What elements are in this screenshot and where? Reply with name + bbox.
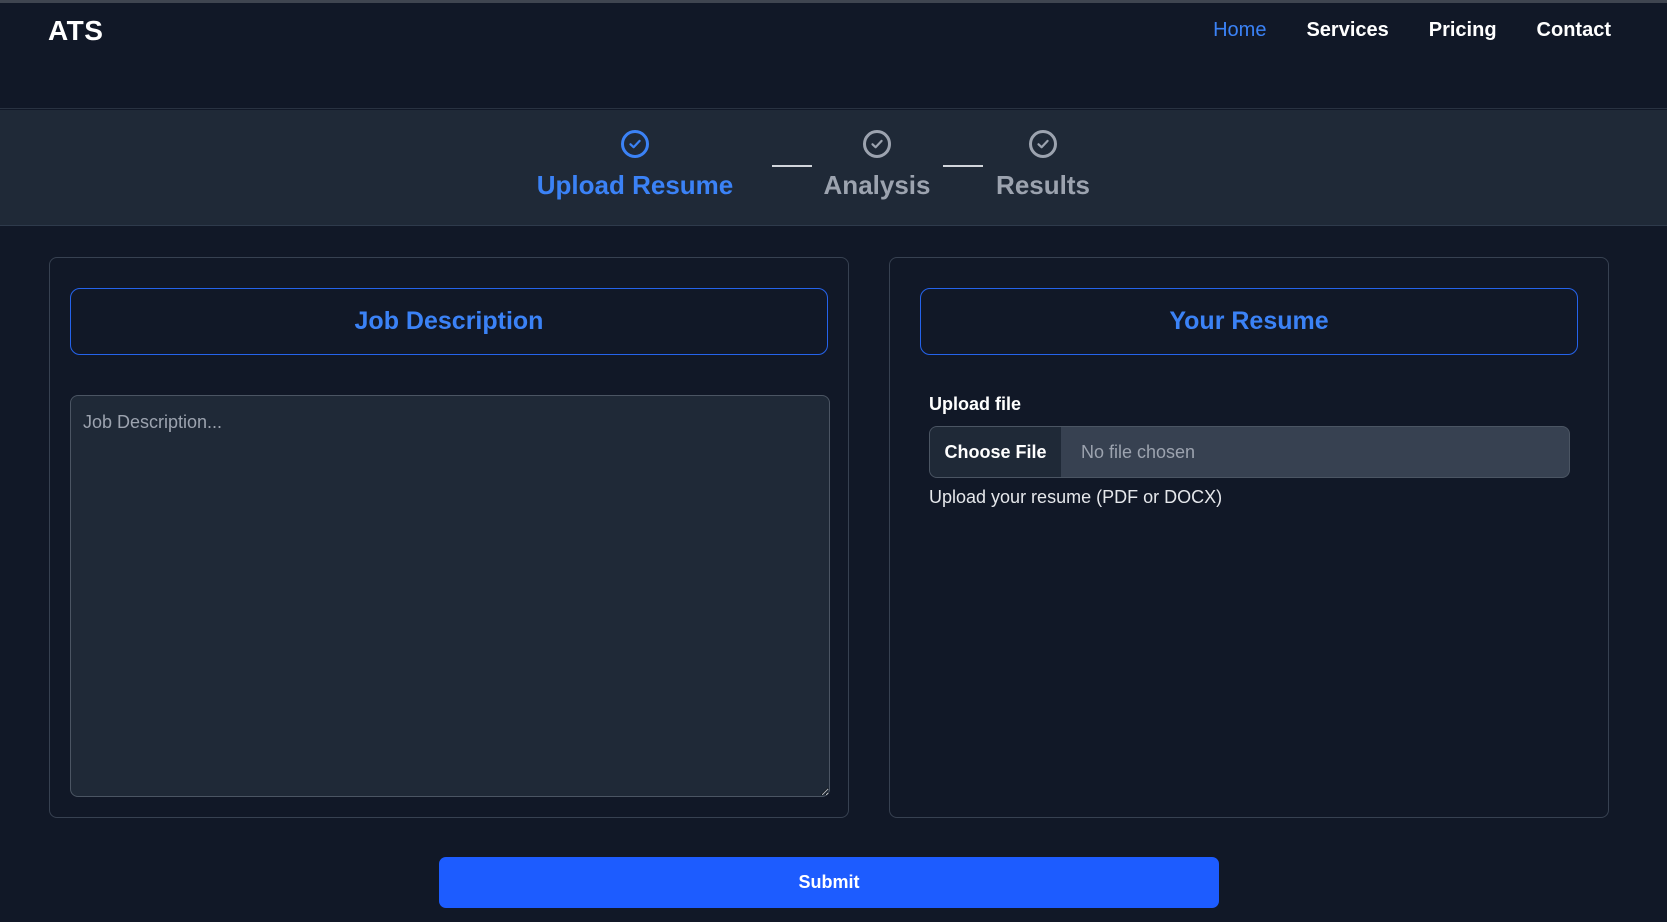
file-status-text: No file chosen [1081, 441, 1196, 462]
step-connector [772, 165, 812, 167]
check-circle-icon [621, 130, 649, 158]
upload-file-label: Upload file [929, 394, 1022, 414]
choose-file-button[interactable]: Choose File [930, 427, 1061, 477]
progress-steps: Upload Resume Analysis Results [0, 110, 1667, 226]
nav-link-home[interactable]: Home [1213, 19, 1266, 42]
job-description-title: Job Description [70, 288, 828, 355]
step-label: Results [996, 170, 1090, 200]
step-label: Analysis [823, 170, 931, 200]
nav-link-contact[interactable]: Contact [1537, 19, 1611, 42]
step-results: Results [996, 130, 1090, 201]
step-upload-resume: Upload Resume [537, 130, 733, 201]
step-connector [943, 165, 983, 167]
nav-link-pricing[interactable]: Pricing [1429, 19, 1497, 42]
check-circle-icon [1029, 130, 1057, 158]
navbar: ATS Home Services Pricing Contact [0, 3, 1667, 109]
upload-help-text: Upload your resume (PDF or DOCX) [929, 487, 1223, 507]
job-description-textarea[interactable] [70, 395, 830, 797]
job-description-panel: Job Description [49, 257, 849, 818]
resume-panel: Your Resume Upload file Choose File No f… [889, 257, 1609, 818]
nav-links: Home Services Pricing Contact [1213, 19, 1611, 42]
step-analysis: Analysis [823, 130, 931, 201]
resume-file-input[interactable]: Choose File No file chosen [929, 426, 1570, 478]
nav-link-services[interactable]: Services [1306, 19, 1388, 42]
brand-logo[interactable]: ATS [48, 15, 103, 47]
step-label: Upload Resume [536, 170, 734, 200]
your-resume-title: Your Resume [920, 288, 1578, 355]
submit-button[interactable]: Submit [439, 857, 1219, 908]
check-circle-icon [863, 130, 891, 158]
